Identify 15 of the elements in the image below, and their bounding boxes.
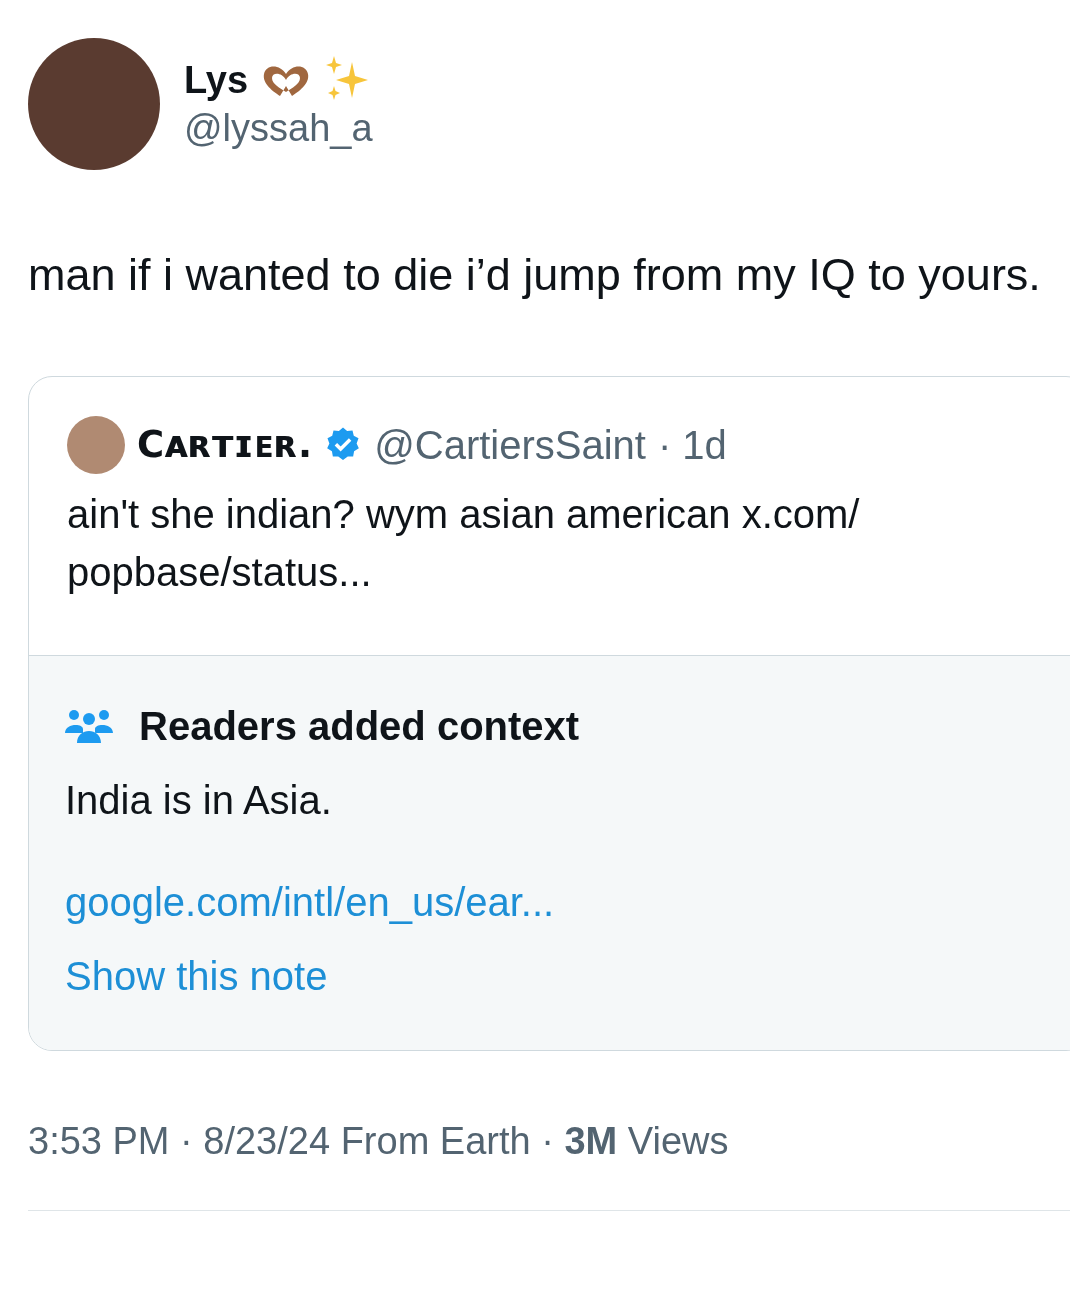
quoted-author-name: Cᴀʀᴛɪᴇʀ. — [137, 422, 313, 469]
note-title: Readers added context — [139, 703, 580, 750]
show-note-link[interactable]: Show this note — [65, 950, 1053, 1002]
tweet-meta: 3:53 PM · 8/23/24 From Earth · 3M Views — [27, 1119, 730, 1164]
avatar-photo-placeholder — [67, 416, 125, 474]
quoted-author-handle: @CartiersSaint — [374, 422, 646, 469]
quoted-tweet-text: ain't she indian? wym asian american x.com/ popbase/status... — [67, 491, 861, 596]
people-icon — [65, 709, 113, 743]
note-body: India is in Asia. — [65, 777, 333, 824]
author-handle[interactable]: @lyssah_a — [184, 104, 373, 152]
author-name: Lys — [184, 58, 249, 103]
note-source-link[interactable]: google.com/intl/en_us/ear... — [65, 876, 1053, 928]
quoted-tweet-time: · 1d — [657, 422, 727, 469]
quoted-tweet-card[interactable]: Cᴀʀᴛɪᴇʀ. @CartiersSaint · 1d ain't she indian? wym asian american x.com/ popbase/status... Readers added context India is in Asia. google.com/intl/en_us/ear... Show this note — [28, 376, 1070, 1051]
tweet-text: man if i wanted to die i’d jump from my IQ to yours. — [27, 248, 1042, 302]
